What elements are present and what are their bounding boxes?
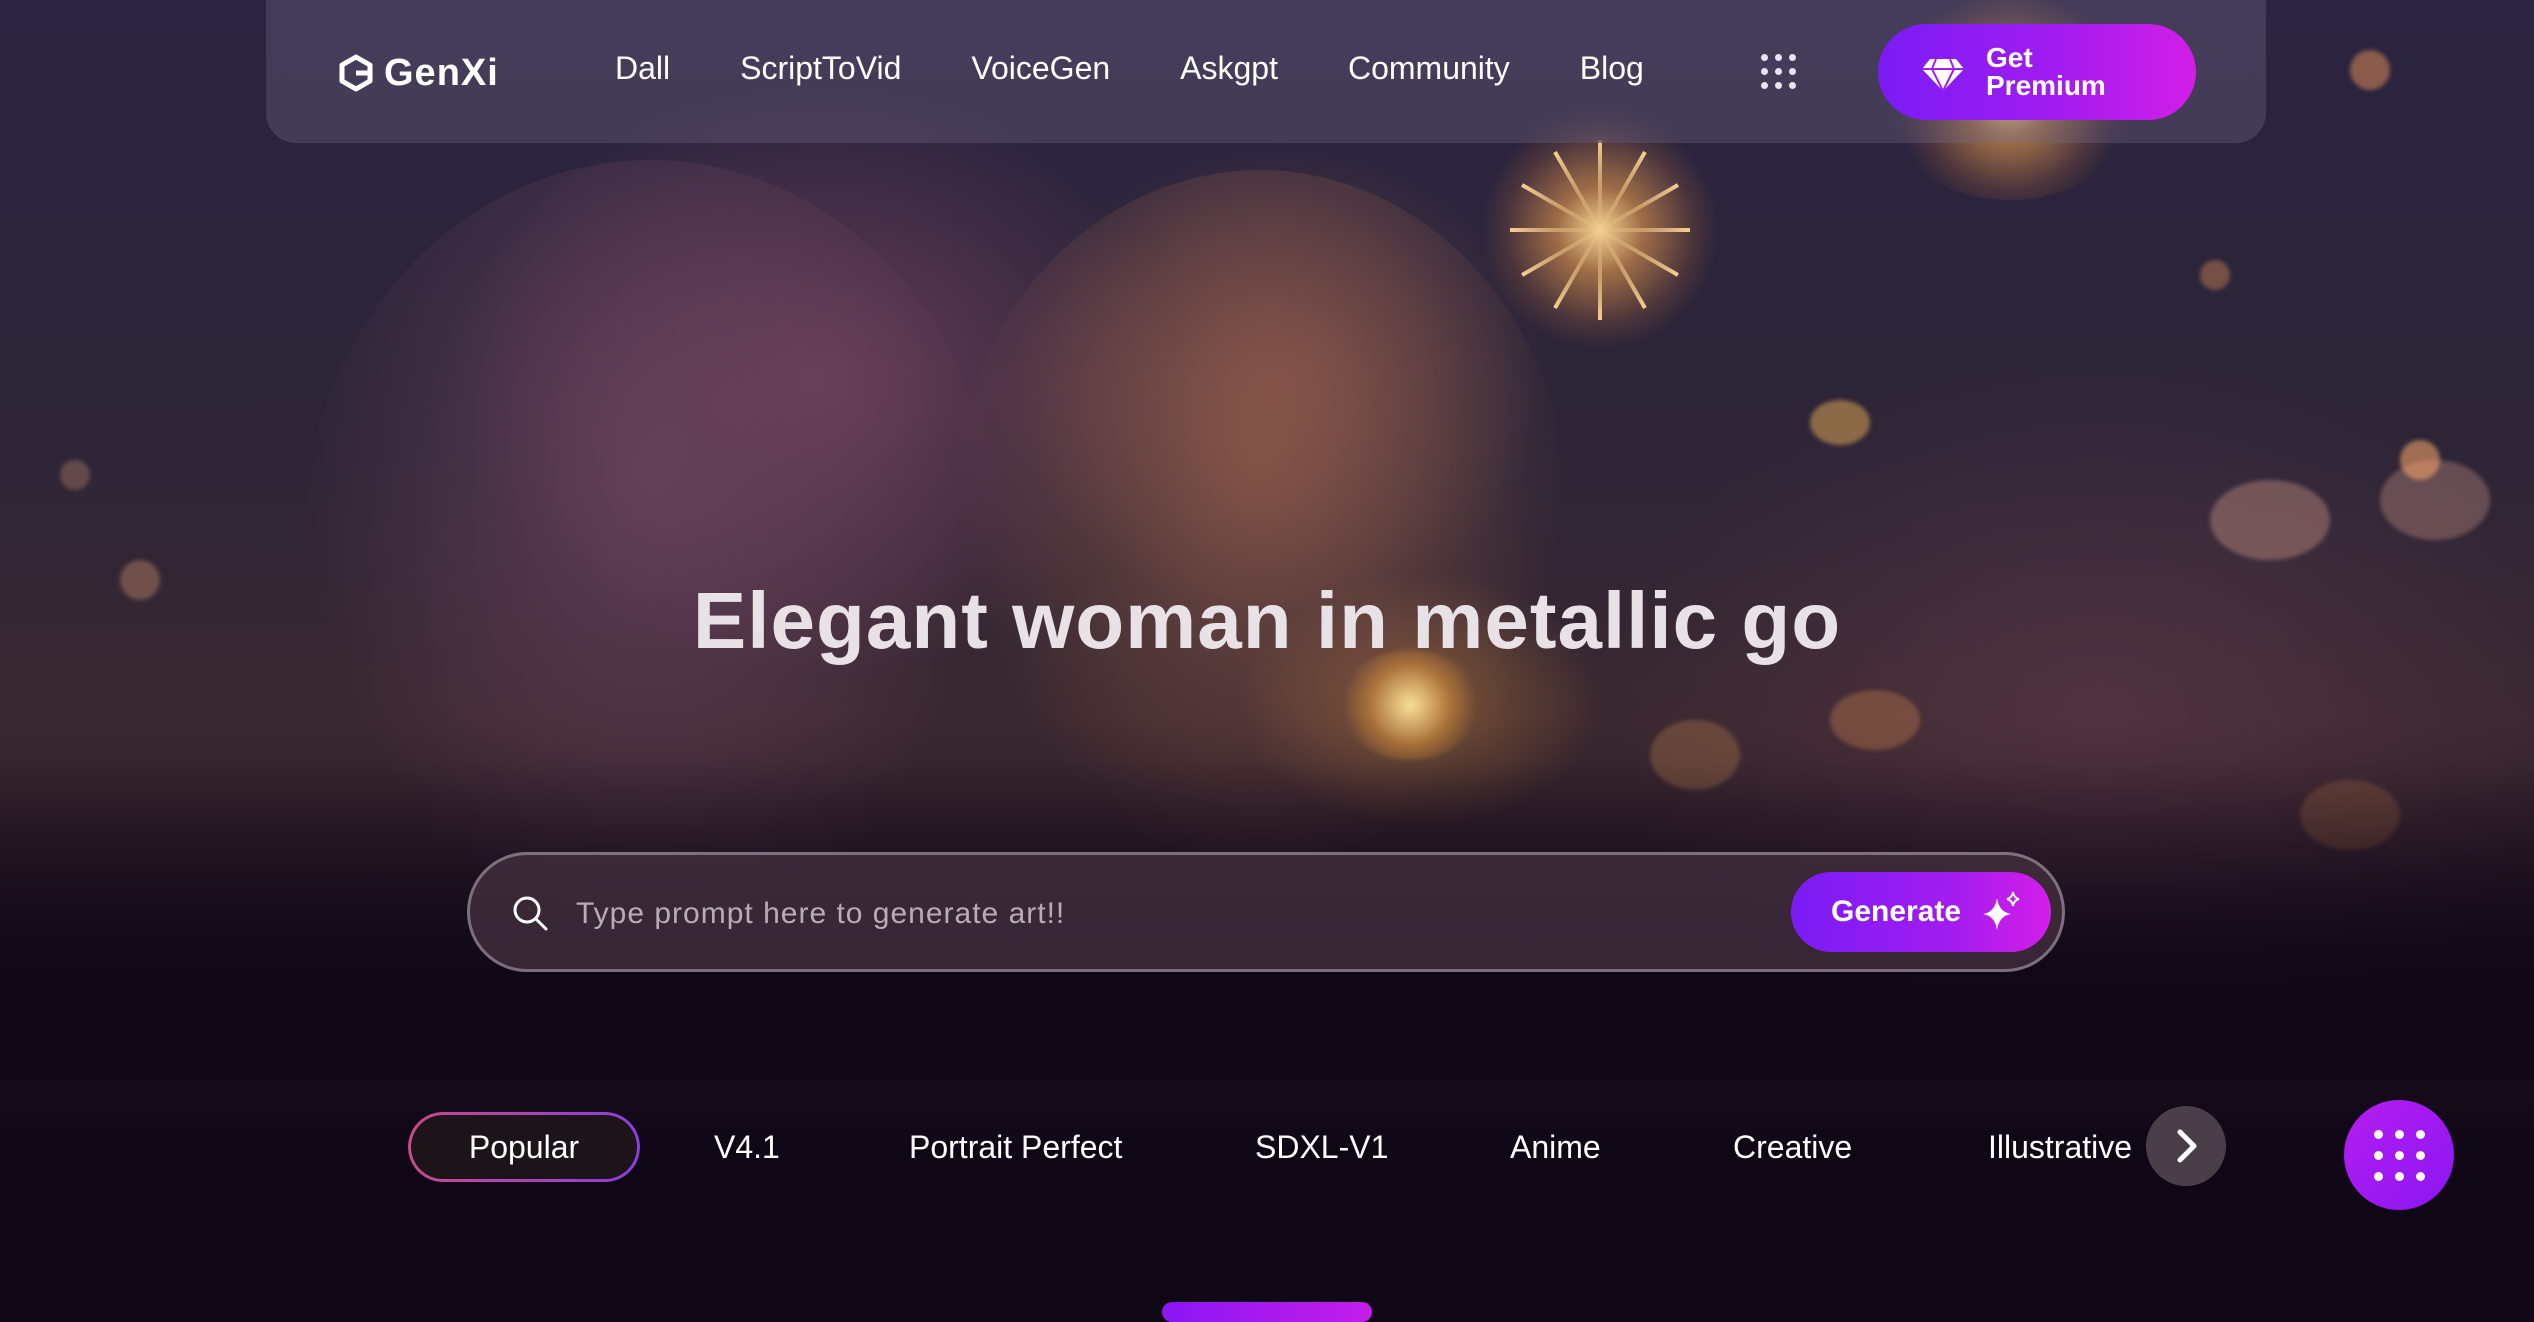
diamond-icon <box>1920 49 1966 95</box>
tab-portrait-perfect[interactable]: Portrait Perfect <box>909 1112 1122 1182</box>
tab-anime[interactable]: Anime <box>1510 1112 1601 1182</box>
nav-link-dall[interactable]: Dall <box>615 50 670 87</box>
generate-label: Generate <box>1831 895 1962 928</box>
nav-link-blog[interactable]: Blog <box>1580 50 1644 87</box>
section-indicator <box>1162 1302 1372 1322</box>
tab-illustrative[interactable]: Illustrative <box>1988 1112 2132 1182</box>
bokeh-light <box>1830 690 1920 750</box>
logo-text: GenXi <box>384 51 499 94</box>
get-premium-button[interactable]: Get Premium <box>1878 24 2196 120</box>
bokeh-light <box>1810 400 1870 445</box>
floating-apps-button[interactable] <box>2344 1100 2454 1210</box>
apps-grid-icon[interactable] <box>1757 50 1801 94</box>
bokeh-light <box>2350 50 2390 90</box>
nav-link-voicegen[interactable]: VoiceGen <box>971 50 1110 87</box>
bokeh-light <box>2400 440 2440 480</box>
nav-link-community[interactable]: Community <box>1348 50 1510 87</box>
tab-creative[interactable]: Creative <box>1733 1112 1852 1182</box>
premium-label: Get Premium <box>1986 44 2106 100</box>
tabs-next-button[interactable] <box>2146 1106 2226 1186</box>
tab-sdxl-v1[interactable]: SDXL-V1 <box>1255 1112 1388 1182</box>
tab-v4-1[interactable]: V4.1 <box>714 1112 780 1182</box>
search-icon <box>510 893 550 933</box>
bokeh-light <box>2200 260 2230 290</box>
premium-label-line1: Get <box>1986 42 2033 73</box>
bokeh-light <box>2210 480 2330 560</box>
model-category-tabs: Popular V4.1 Portrait Perfect SDXL-V1 An… <box>408 1112 2133 1182</box>
logo-mark-icon <box>336 53 376 93</box>
generate-button[interactable]: Generate <box>1791 872 2051 952</box>
main-nav: Dall ScriptToVid VoiceGen Askgpt Communi… <box>615 50 1714 87</box>
genxi-logo[interactable]: GenXi <box>336 48 499 98</box>
tab-popular[interactable]: Popular <box>408 1112 640 1182</box>
sparkle-icon <box>1979 890 2023 934</box>
premium-label-line2: Premium <box>1986 70 2106 101</box>
top-navigation-bar: GenXi Dall ScriptToVid VoiceGen Askgpt C… <box>266 0 2266 143</box>
firework-decoration <box>1480 110 1720 350</box>
chevron-right-icon <box>2177 1129 2197 1163</box>
prompt-search-bar: Generate <box>467 852 2065 972</box>
nav-link-askgpt[interactable]: Askgpt <box>1180 50 1278 87</box>
hero-title: Elegant woman in metallic go <box>692 576 1842 665</box>
bokeh-light <box>60 460 90 490</box>
prompt-input[interactable] <box>574 883 1638 945</box>
tab-label: Popular <box>468 1129 580 1165</box>
nav-link-scripttovid[interactable]: ScriptToVid <box>740 50 901 87</box>
